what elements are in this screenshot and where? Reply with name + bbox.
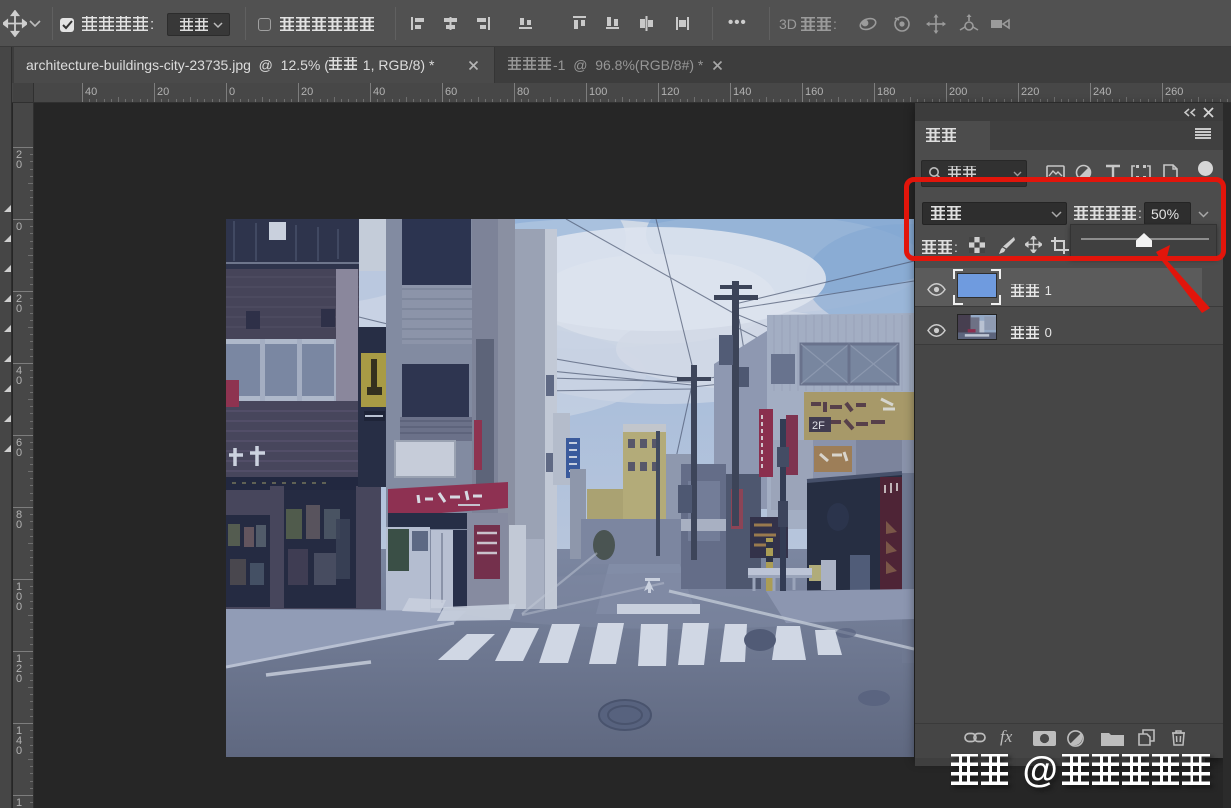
svg-text:2F: 2F xyxy=(812,420,825,432)
